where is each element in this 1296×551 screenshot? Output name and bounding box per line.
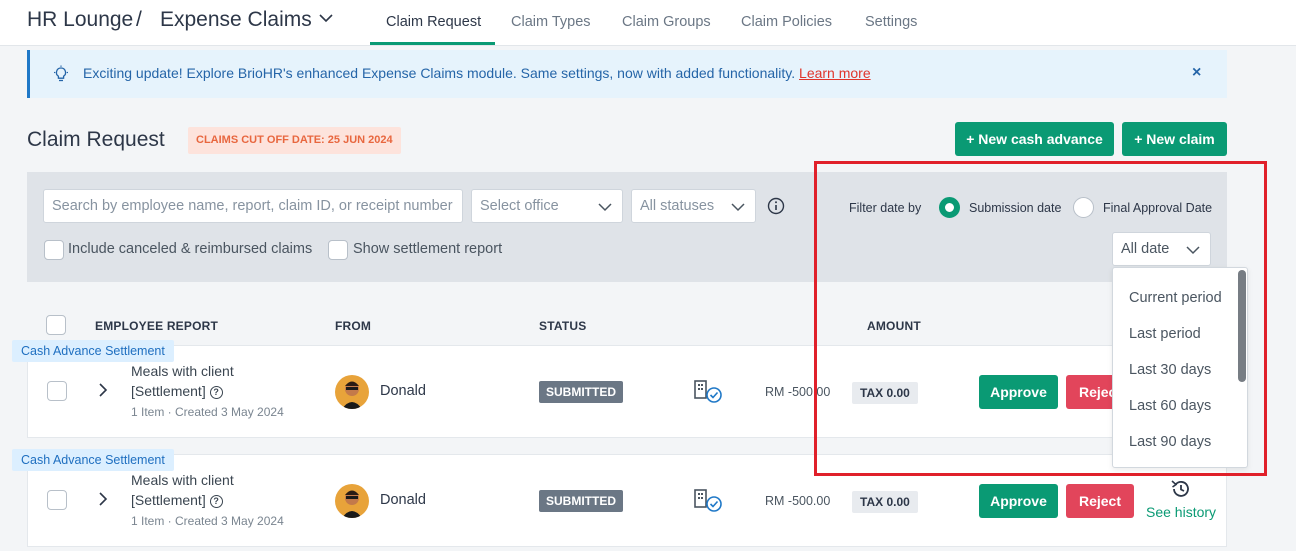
tax-badge: TAX 0.00 (852, 491, 918, 513)
breadcrumb-app[interactable]: HR Lounge (27, 8, 133, 32)
chevron-right-icon[interactable] (97, 492, 109, 506)
include-canceled-label: Include canceled & reimbursed claims (68, 241, 313, 257)
cutoff-badge: CLAIMS CUT OFF DATE: 25 JUN 2024 (188, 127, 401, 154)
new-claim-button[interactable]: + New claim (1122, 122, 1227, 156)
settlement-tag: Cash Advance Settlement (12, 449, 174, 471)
report-meta: 1 Item · Created 3 May 2024 (131, 514, 284, 528)
see-history-link[interactable]: See history (1146, 504, 1216, 520)
status-badge: SUBMITTED (539, 381, 623, 403)
header-status[interactable]: STATUS (539, 319, 586, 333)
row-checkbox[interactable] (47, 490, 67, 510)
chevron-right-icon[interactable] (97, 383, 109, 397)
active-tab-indicator (370, 42, 495, 45)
page-title: Claim Request (27, 128, 165, 151)
info-banner: Exciting update! Explore BrioHR's enhanc… (27, 50, 1227, 98)
office-select[interactable]: Select office (471, 189, 623, 223)
show-settlement-checkbox[interactable] (328, 240, 348, 260)
avatar-illustration (342, 381, 362, 409)
status-badge: SUBMITTED (539, 490, 623, 512)
row-checkbox[interactable] (47, 381, 67, 401)
reject-button[interactable]: Reject (1066, 484, 1134, 518)
building-check-icon (694, 489, 722, 512)
lightbulb-icon (54, 65, 68, 82)
include-canceled-checkbox[interactable] (44, 240, 64, 260)
status-select-value: All statuses (640, 198, 715, 214)
chevron-down-icon (598, 203, 612, 212)
report-name[interactable]: Meals with client (131, 470, 234, 490)
search-input[interactable]: Search by employee name, report, claim I… (43, 189, 463, 223)
header-employee-report[interactable]: EMPLOYEE REPORT (95, 319, 218, 333)
top-bar: HR Lounge / Expense Claims Claim Request… (0, 0, 1296, 46)
help-icon[interactable]: ? (209, 386, 223, 399)
office-select-value: Select office (480, 198, 559, 214)
select-all-checkbox[interactable] (46, 315, 66, 335)
tab-claim-policies[interactable]: Claim Policies (741, 14, 832, 30)
settlement-tag: Cash Advance Settlement (12, 340, 174, 362)
avatar (335, 375, 369, 409)
learn-more-link[interactable]: Learn more (799, 65, 871, 81)
info-icon[interactable] (767, 197, 785, 215)
banner-message: Exciting update! Explore BrioHR's enhanc… (83, 65, 871, 81)
breadcrumb-module[interactable]: Expense Claims (160, 8, 312, 32)
header-from[interactable]: FROM (335, 319, 371, 333)
building-check-icon (694, 380, 722, 403)
report-meta: 1 Item · Created 3 May 2024 (131, 405, 284, 419)
status-select[interactable]: All statuses (631, 189, 756, 223)
close-icon[interactable]: × (1192, 64, 1201, 82)
report-subtitle: [Settlement] ? (131, 490, 223, 510)
tab-claim-groups[interactable]: Claim Groups (622, 14, 711, 30)
avatar (335, 484, 369, 518)
new-cash-advance-button[interactable]: + New cash advance (955, 122, 1114, 156)
show-settlement-label: Show settlement report (353, 241, 503, 257)
employee-name: Donald (380, 383, 426, 399)
claim-amount: RM -500.00 (765, 494, 831, 508)
help-icon[interactable]: ? (209, 495, 223, 508)
highlight-box (814, 161, 1267, 476)
tab-claim-types[interactable]: Claim Types (511, 14, 591, 30)
breadcrumb-separator: / (136, 8, 142, 31)
employee-name: Donald (380, 492, 426, 508)
avatar-illustration (342, 490, 362, 518)
history-icon[interactable] (1170, 478, 1192, 500)
report-name[interactable]: Meals with client (131, 361, 234, 381)
report-subtitle: [Settlement] ? (131, 381, 223, 401)
tab-claim-request[interactable]: Claim Request (386, 14, 481, 30)
chevron-down-icon (731, 203, 745, 212)
approve-button[interactable]: Approve (979, 484, 1058, 518)
tab-settings[interactable]: Settings (865, 14, 917, 30)
chevron-down-icon[interactable] (318, 10, 334, 26)
